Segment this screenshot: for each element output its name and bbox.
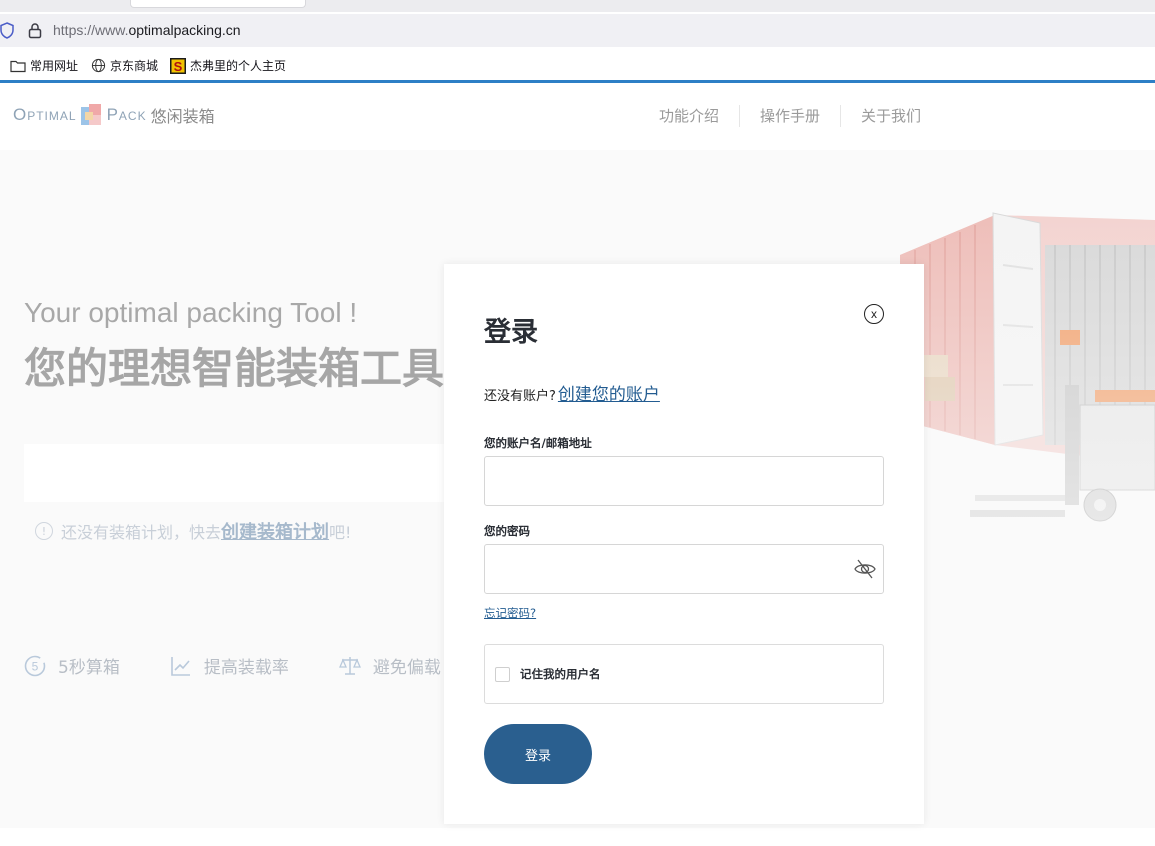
bookmark-label: 京东商城	[110, 59, 159, 73]
feature-five-seconds: 5 5秒算箱	[24, 653, 120, 678]
features-row: 5 5秒算箱 提高装载率 避免偏载	[24, 653, 491, 678]
close-icon[interactable]: x	[864, 304, 884, 324]
feature-label: 5秒算箱	[58, 658, 120, 678]
nav-item-manual[interactable]: 操作手册	[740, 105, 842, 127]
logo-box-icon	[80, 104, 101, 125]
feature-load-rate: 提高装载率	[170, 653, 289, 678]
no-account-text: 还没有账户?	[484, 389, 556, 404]
bookmark-label: 常用网址	[30, 59, 79, 73]
hero-tagline-cn: 您的理想智能装箱工具	[24, 344, 445, 393]
password-field[interactable]	[484, 544, 884, 594]
login-modal: 登录 x 还没有账户? 创建您的账户 您的账户名/邮箱地址 您的密码 忘记密码?…	[444, 264, 924, 824]
shield-icon[interactable]	[0, 22, 14, 39]
tip-suffix: 吧!	[329, 523, 352, 542]
logo-text-pack: Pack	[106, 105, 147, 124]
no-account-row: 还没有账户? 创建您的账户	[484, 380, 660, 405]
login-title: 登录	[484, 317, 538, 348]
username-field[interactable]	[484, 456, 884, 506]
tip-prefix: 还没有装箱计划，快去	[61, 523, 222, 542]
folder-icon	[10, 58, 26, 74]
remember-username-row[interactable]: 记住我的用户名	[484, 644, 884, 704]
create-account-link[interactable]: 创建您的账户	[558, 380, 660, 405]
balance-scale-icon	[338, 655, 361, 677]
lock-icon[interactable]	[27, 22, 43, 39]
forgot-password-link[interactable]: 忘记密码?	[484, 605, 536, 621]
eye-slash-icon[interactable]	[853, 557, 877, 581]
remember-label: 记住我的用户名	[520, 667, 601, 681]
url-text[interactable]: https://www.optimalpacking.cn	[53, 22, 241, 38]
bookmark-jeffrey-home[interactable]: S 杰弗里的个人主页	[170, 57, 286, 74]
logo-text-optimal: Optimal	[13, 105, 77, 124]
nav-item-about[interactable]: 关于我们	[841, 105, 941, 127]
browser-address-bar[interactable]: https://www.optimalpacking.cn	[0, 14, 1155, 47]
svg-text:5: 5	[32, 659, 39, 673]
hero-input-box[interactable]	[24, 444, 454, 502]
svg-text:S: S	[174, 59, 183, 74]
password-label: 您的密码	[484, 524, 530, 538]
five-seconds-icon: 5	[24, 655, 46, 677]
username-label: 您的账户名/邮箱地址	[484, 436, 592, 450]
chart-line-icon	[170, 655, 192, 677]
feature-avoid-imbalance: 避免偏载	[338, 653, 441, 678]
hero-tagline-en: Your optimal packing Tool !	[24, 297, 358, 328]
login-button[interactable]: 登录	[484, 724, 592, 784]
bookmark-jd[interactable]: 京东商城	[90, 57, 158, 74]
logo-text-cn: 悠闲装箱	[150, 107, 215, 126]
site-logo[interactable]: Optimal Pack 悠闲装箱	[13, 100, 215, 130]
browser-active-tab[interactable]	[130, 0, 306, 8]
site-favicon-icon: S	[170, 57, 186, 74]
feature-label: 提高装载率	[203, 658, 289, 678]
feature-label: 避免偏载	[372, 658, 441, 678]
shipping-container-illustration	[895, 205, 1155, 535]
browser-tab-strip	[0, 0, 1155, 12]
nav-item-features[interactable]: 功能介绍	[639, 105, 741, 127]
globe-icon	[90, 58, 106, 74]
hero-tip: ! 还没有装箱计划，快去 创建装箱计划 吧!	[35, 518, 351, 544]
bookmarks-bar: 常用网址 京东商城 S 杰弗里的个人主页	[0, 52, 1155, 78]
bookmark-label: 杰弗里的个人主页	[190, 59, 287, 73]
bookmark-folder-common[interactable]: 常用网址	[10, 57, 78, 74]
remember-checkbox[interactable]	[495, 666, 510, 682]
main-nav: 功能介绍 操作手册 关于我们	[639, 105, 941, 127]
info-icon: !	[35, 522, 53, 540]
create-plan-link[interactable]: 创建装箱计划	[221, 518, 329, 544]
site-header: Optimal Pack 悠闲装箱 功能介绍 操作手册 关于我们	[0, 83, 1155, 150]
